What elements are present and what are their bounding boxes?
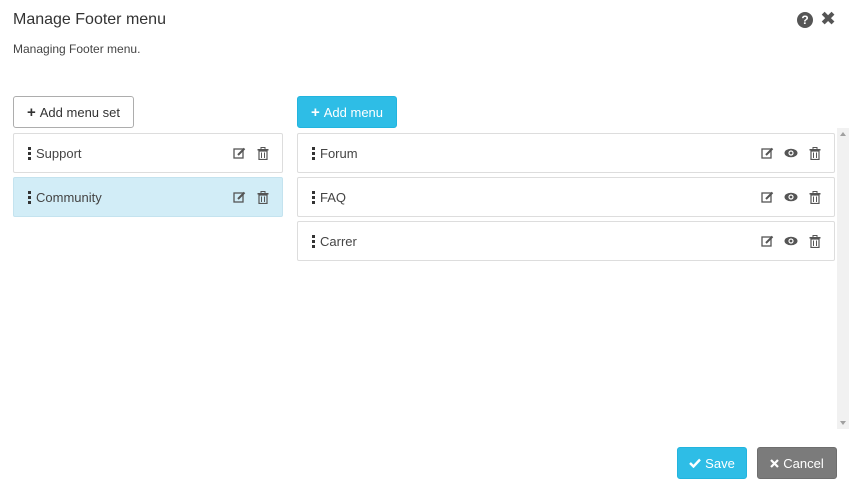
x-icon — [770, 456, 780, 471]
eye-icon[interactable] — [784, 146, 798, 160]
save-button[interactable]: Save — [677, 447, 747, 479]
menu-set-list: Support Community — [13, 133, 283, 221]
drag-handle-icon[interactable] — [312, 146, 316, 160]
plus-icon: + — [310, 103, 320, 121]
edit-icon[interactable] — [232, 190, 246, 204]
edit-icon[interactable] — [760, 146, 774, 160]
drag-handle-icon[interactable] — [312, 234, 316, 248]
menu-label: Forum — [320, 145, 358, 161]
drag-handle-icon[interactable] — [28, 146, 32, 160]
drag-handle-icon[interactable] — [312, 190, 316, 204]
menu-set-item[interactable]: Support — [13, 133, 283, 173]
header-icons: ? ✖ — [797, 10, 836, 29]
edit-icon[interactable] — [760, 234, 774, 248]
menu-item[interactable]: Carrer — [297, 221, 835, 261]
edit-icon[interactable] — [232, 146, 246, 160]
help-icon[interactable]: ? — [797, 12, 814, 28]
menu-set-label: Community — [36, 189, 102, 205]
menu-label: FAQ — [320, 189, 347, 205]
menu-label: Carrer — [320, 233, 357, 249]
close-icon[interactable]: ✖ — [820, 10, 836, 29]
drag-handle-icon[interactable] — [28, 190, 32, 204]
add-menu-label: Add menu — [323, 104, 384, 120]
menu-set-item-active[interactable]: Community — [13, 177, 283, 217]
trash-icon[interactable] — [256, 146, 270, 160]
add-menu-set-label: Add menu set — [39, 104, 120, 120]
menu-item[interactable]: Forum — [297, 133, 835, 173]
cancel-button[interactable]: Cancel — [757, 447, 837, 479]
scroll-down-icon[interactable] — [840, 421, 846, 425]
menu-list-scrollbar[interactable] — [837, 128, 849, 429]
menu-set-label: Support — [36, 145, 82, 161]
scroll-up-icon[interactable] — [840, 132, 846, 136]
add-menu-set-button[interactable]: + Add menu set — [13, 96, 134, 128]
check-icon — [689, 456, 702, 471]
cancel-label: Cancel — [783, 455, 824, 471]
eye-icon[interactable] — [784, 190, 798, 204]
plus-icon: + — [27, 103, 36, 121]
menu-item[interactable]: FAQ — [297, 177, 835, 217]
trash-icon[interactable] — [808, 190, 822, 204]
edit-icon[interactable] — [760, 190, 774, 204]
dialog-title: Manage Footer menu — [13, 11, 166, 28]
add-menu-button[interactable]: + Add menu — [297, 96, 397, 128]
trash-icon[interactable] — [256, 190, 270, 204]
dialog-subtitle: Managing Footer menu. — [13, 42, 141, 56]
trash-icon[interactable] — [808, 146, 822, 160]
menu-list: Forum FAQ Carrer — [297, 133, 835, 265]
eye-icon[interactable] — [784, 234, 798, 248]
save-label: Save — [705, 455, 735, 471]
trash-icon[interactable] — [808, 234, 822, 248]
